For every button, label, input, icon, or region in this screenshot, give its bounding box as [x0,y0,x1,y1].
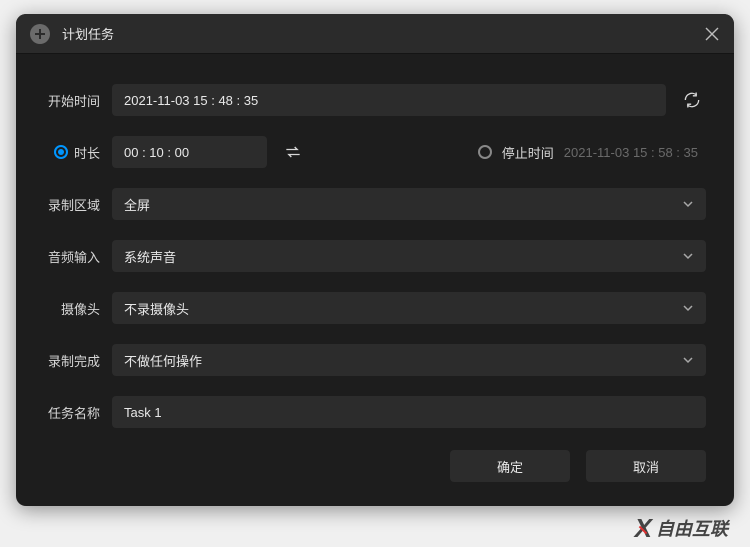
label-region: 录制区域 [44,195,100,214]
cancel-label: 取消 [633,457,659,476]
region-select[interactable]: 全屏 [112,188,706,220]
duration-input[interactable]: 00 : 10 : 00 [112,136,267,168]
start-time-value: 2021-11-03 15 : 48 : 35 [124,93,258,108]
region-value: 全屏 [124,195,150,214]
dialog-body: 开始时间 2021-11-03 15 : 48 : 35 时长 00 : 10 … [16,54,734,432]
chevron-down-icon [682,250,694,262]
row-audio: 音频输入 系统声音 [44,240,706,272]
stop-time-group: 停止时间 2021-11-03 15 : 58 : 35 [448,143,706,162]
label-after: 录制完成 [44,351,100,370]
start-time-input[interactable]: 2021-11-03 15 : 48 : 35 [112,84,666,116]
row-start-time: 开始时间 2021-11-03 15 : 48 : 35 [44,84,706,116]
label-task-name: 任务名称 [44,403,100,422]
titlebar: 计划任务 [16,14,734,54]
dialog-title: 计划任务 [62,24,692,43]
camera-value: 不录摄像头 [124,299,189,318]
chevron-down-icon [682,198,694,210]
row-camera: 摄像头 不录摄像头 [44,292,706,324]
watermark: X 自由互联 [635,515,728,541]
watermark-text: 自由互联 [656,515,728,541]
row-task-name: 任务名称 Task 1 [44,396,706,428]
after-select[interactable]: 不做任何操作 [112,344,706,376]
audio-value: 系统声音 [124,247,176,266]
scheduled-task-dialog: 计划任务 开始时间 2021-11-03 15 : 48 : 35 时长 00 … [16,14,734,506]
label-audio: 音频输入 [44,247,100,266]
radio-stop-time[interactable] [478,145,492,159]
ok-button[interactable]: 确定 [450,450,570,482]
stop-time-value: 2021-11-03 15 : 58 : 35 [564,145,706,160]
camera-select[interactable]: 不录摄像头 [112,292,706,324]
chevron-down-icon [682,302,694,314]
label-duration[interactable]: 时长 [44,143,100,162]
task-name-value: Task 1 [124,405,162,420]
cancel-button[interactable]: 取消 [586,450,706,482]
label-stop-time: 停止时间 [502,143,554,162]
plus-icon [30,24,50,44]
task-name-input[interactable]: Task 1 [112,396,706,428]
ok-label: 确定 [497,457,523,476]
loop-icon[interactable] [279,138,307,166]
duration-value: 00 : 10 : 00 [124,145,189,160]
chevron-down-icon [682,354,694,366]
watermark-x-icon: X [635,519,652,537]
row-region: 录制区域 全屏 [44,188,706,220]
label-camera: 摄像头 [44,299,100,318]
label-duration-text: 时长 [74,143,100,162]
dialog-footer: 确定 取消 [16,432,734,506]
after-value: 不做任何操作 [124,351,202,370]
radio-duration[interactable] [54,145,68,159]
refresh-icon[interactable] [678,86,706,114]
row-after: 录制完成 不做任何操作 [44,344,706,376]
audio-select[interactable]: 系统声音 [112,240,706,272]
label-start-time: 开始时间 [44,91,100,110]
row-duration: 时长 00 : 10 : 00 停止时间 2021-11-03 15 : 58 … [44,136,706,168]
close-icon[interactable] [704,26,720,42]
